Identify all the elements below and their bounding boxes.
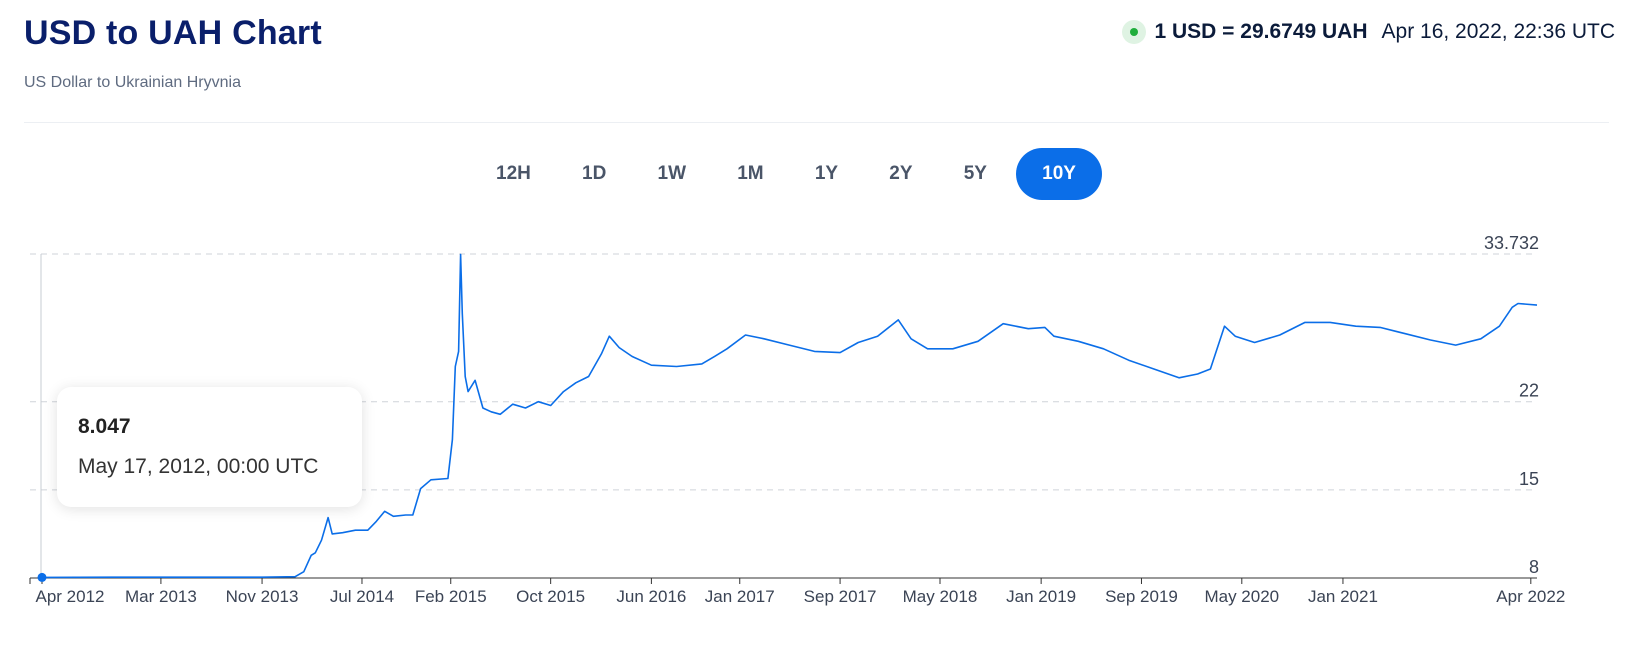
- range-button-1y[interactable]: 1Y: [793, 148, 860, 200]
- x-tick-label: May 2018: [903, 587, 978, 606]
- chart-tooltip: 8.047 May 17, 2012, 00:00 UTC: [57, 387, 362, 507]
- x-tick-label: Jan 2021: [1308, 587, 1378, 606]
- page-title: USD to UAH Chart: [24, 14, 322, 52]
- x-tick-label: Oct 2015: [516, 587, 585, 606]
- tooltip-date: May 17, 2012, 00:00 UTC: [78, 455, 319, 478]
- y-tick-label: 33.732: [1484, 233, 1539, 253]
- y-tick-label: 15: [1519, 469, 1539, 489]
- header-divider: [24, 122, 1609, 123]
- range-button-1d[interactable]: 1D: [560, 148, 628, 200]
- x-tick-label: May 2020: [1204, 587, 1279, 606]
- range-button-12h[interactable]: 12H: [474, 148, 553, 200]
- rate-value: 1 USD = 29.6749 UAH: [1154, 20, 1368, 43]
- range-button-1m[interactable]: 1M: [715, 148, 785, 200]
- x-tick-label: Jun 2016: [616, 587, 686, 606]
- range-button-10y[interactable]: 10Y: [1016, 148, 1102, 200]
- live-status-icon: [1122, 20, 1147, 44]
- x-tick-label: Mar 2013: [125, 587, 197, 606]
- x-tick-label: Apr 2022: [1496, 587, 1565, 606]
- x-tick-label: Apr 2012: [36, 587, 105, 606]
- x-tick-label: Feb 2015: [415, 587, 487, 606]
- x-tick-label: Nov 2013: [226, 587, 299, 606]
- x-tick-label: Jan 2019: [1006, 587, 1076, 606]
- y-tick-label: 22: [1519, 381, 1539, 401]
- x-axis-labels: Apr 2012 Mar 2013 Nov 2013 Jul 2014 Feb 2015…: [36, 587, 1566, 606]
- hover-point: [37, 572, 47, 582]
- time-range-selector: 12H 1D 1W 1M 1Y 2Y 5Y 10Y: [474, 148, 1102, 200]
- range-button-5y[interactable]: 5Y: [942, 148, 1009, 200]
- tooltip-value: 8.047: [78, 415, 131, 438]
- x-tick-label: Sep 2019: [1105, 587, 1178, 606]
- range-button-1w[interactable]: 1W: [636, 148, 709, 200]
- page-subtitle: US Dollar to Ukrainian Hryvnia: [24, 74, 241, 91]
- rate-timestamp: Apr 16, 2022, 22:36 UTC: [1381, 20, 1615, 43]
- x-tick-label: Jul 2014: [330, 587, 394, 606]
- y-tick-label: 8: [1529, 557, 1539, 577]
- x-tick-label: Sep 2017: [804, 587, 877, 606]
- range-button-2y[interactable]: 2Y: [867, 148, 934, 200]
- current-rate: 1 USD = 29.6749 UAH Apr 16, 2022, 22:36 …: [1122, 20, 1615, 44]
- y-axis-labels: 8 15 22 33.732: [1484, 233, 1539, 577]
- chart-markers: [37, 572, 47, 582]
- x-tick-label: Jan 2017: [705, 587, 775, 606]
